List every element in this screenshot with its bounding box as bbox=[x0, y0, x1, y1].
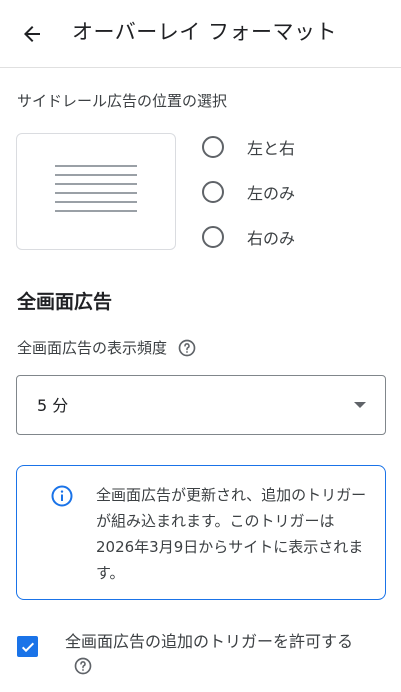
radio-button[interactable] bbox=[202, 181, 224, 203]
info-icon bbox=[51, 485, 73, 507]
radio-right-only[interactable]: 右のみ bbox=[202, 223, 295, 251]
sidebar-preview-card bbox=[16, 133, 176, 250]
arrow-back-icon bbox=[24, 26, 40, 42]
check-icon bbox=[21, 642, 34, 652]
preview-line bbox=[55, 174, 137, 176]
info-notice-text: 全画面広告が更新され、追加のトリガーが組み込まれます。このトリガーは 2026年… bbox=[96, 486, 367, 582]
back-button[interactable] bbox=[12, 14, 52, 54]
sidebar-position-label: サイドレール広告の位置の選択 bbox=[17, 92, 228, 110]
dropdown-arrow-icon bbox=[354, 402, 366, 408]
interstitial-heading: 全画面広告 bbox=[17, 291, 113, 313]
allow-triggers-label: 全画面広告の追加のトリガーを許可する bbox=[65, 632, 354, 651]
help-icon[interactable] bbox=[73, 656, 93, 676]
preview-line bbox=[55, 183, 137, 185]
preview-line bbox=[55, 165, 137, 167]
preview-line bbox=[55, 192, 137, 194]
frequency-label-row: 全画面広告の表示頻度 bbox=[17, 337, 197, 359]
radio-label: 右のみ bbox=[247, 229, 296, 248]
app-header: オーバーレイ フォーマット bbox=[0, 0, 401, 68]
info-notice: 全画面広告が更新され、追加のトリガーが組み込まれます。このトリガーは 2026年… bbox=[16, 465, 386, 600]
frequency-label: 全画面広告の表示頻度 bbox=[17, 339, 168, 357]
radio-left-and-right[interactable]: 左と右 bbox=[202, 133, 295, 161]
frequency-select-value: 5 分 bbox=[37, 396, 69, 415]
frequency-select[interactable]: 5 分 bbox=[16, 375, 386, 435]
radio-button[interactable] bbox=[202, 136, 224, 158]
allow-triggers-checkbox[interactable] bbox=[17, 636, 38, 657]
preview-line bbox=[55, 201, 137, 203]
radio-left-only[interactable]: 左のみ bbox=[202, 178, 295, 206]
preview-line bbox=[55, 210, 137, 212]
overlay-format-settings: オーバーレイ フォーマット サイドレール広告の位置の選択 左と右 左のみ 右のみ… bbox=[0, 0, 401, 692]
radio-label: 左と右 bbox=[247, 139, 296, 158]
radio-button[interactable] bbox=[202, 226, 224, 248]
page-title: オーバーレイ フォーマット bbox=[72, 20, 337, 44]
radio-label: 左のみ bbox=[247, 184, 296, 203]
help-icon[interactable] bbox=[177, 338, 197, 358]
